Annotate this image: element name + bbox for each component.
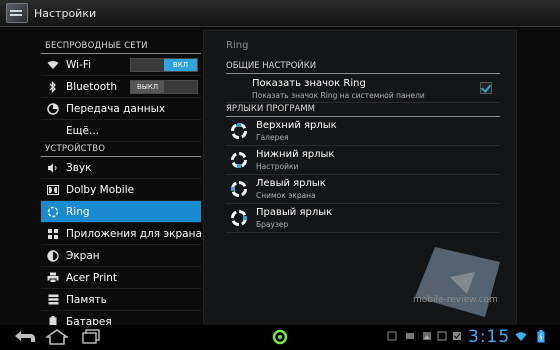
shortcut-summary: Галерея <box>256 133 289 142</box>
recent-apps-button[interactable] <box>78 328 104 346</box>
sound-icon <box>46 161 60 175</box>
shortcut-summary: Снимок экрана <box>256 191 316 200</box>
ring-bottom-icon <box>231 152 247 168</box>
dolby-icon <box>46 183 60 197</box>
sidebar-item-label: Dolby Mobile <box>66 183 135 196</box>
watermark-text: mobile-review.com <box>413 295 498 305</box>
display-icon <box>46 249 60 263</box>
ring-top-icon <box>231 123 247 139</box>
sidebar-item-bluetooth[interactable]: Bluetooth ВЫКЛ <box>41 76 201 98</box>
ring-icon <box>46 205 60 219</box>
sidebar-item-label: Приложения для экрана блокировки <box>66 227 201 240</box>
shortcut-left[interactable]: Левый ярлык Снимок экрана <box>226 175 500 204</box>
section-header-device: УСТРОЙСТВО <box>41 142 201 157</box>
battery-status-icon <box>537 330 545 343</box>
shortcut-title: Правый ярлык <box>256 207 333 218</box>
shortcut-title: Верхний ярлык <box>256 120 337 131</box>
screenshot-icon[interactable] <box>405 331 415 341</box>
back-button[interactable] <box>12 328 38 346</box>
setting-title: Показать значок Ring <box>252 78 366 89</box>
shortcut-title: Левый ярлык <box>256 178 326 189</box>
ring-launcher-button[interactable] <box>270 328 290 346</box>
wifi-toggle[interactable]: ВКЛ <box>130 58 198 72</box>
shortcut-summary: Настройки <box>256 162 299 171</box>
sidebar-item-label: Передача данных <box>66 102 166 115</box>
ring-left-icon <box>231 181 247 197</box>
sidebar-item-label: Wi-Fi <box>66 58 92 71</box>
sidebar-item-data-usage[interactable]: Передача данных <box>41 98 201 120</box>
home-button[interactable] <box>44 328 70 346</box>
sidebar-item-label: Экран <box>66 249 100 262</box>
shortcut-title: Нижний ярлык <box>256 149 335 160</box>
settings-app-icon[interactable] <box>6 3 28 23</box>
section-header-general: ОБЩИЕ НАСТРОЙКИ <box>226 60 500 74</box>
show-ring-icon-setting[interactable]: Показать значок Ring Показать значок Rin… <box>226 74 500 103</box>
printer-icon <box>46 271 60 285</box>
notification-icon[interactable] <box>387 331 397 341</box>
sidebar-item-lockscreen-apps[interactable]: Приложения для экрана блокировки <box>41 223 201 245</box>
shortcut-top[interactable]: Верхний ярлык Галерея <box>226 117 500 146</box>
bluetooth-toggle-label: ВЫКЛ <box>131 81 164 93</box>
shortcut-summary: Браузер <box>256 220 289 229</box>
checkbox-notification-icon[interactable] <box>452 331 462 341</box>
bluetooth-icon <box>46 80 60 94</box>
wifi-toggle-label: ВКЛ <box>164 59 197 71</box>
sidebar-item-more[interactable]: Ещё... <box>41 120 201 142</box>
sidebar-item-label: Память <box>66 293 107 306</box>
sidebar-item-label: Bluetooth <box>66 80 117 93</box>
system-bar: 3:15 <box>0 325 560 350</box>
sidebar-item-acer-print[interactable]: Acer Print <box>41 267 201 289</box>
clock[interactable]: 3:15 <box>468 327 510 347</box>
setting-summary: Показать значок Ring на системной панели <box>252 91 425 100</box>
storage-icon <box>46 293 60 307</box>
sidebar-item-ring[interactable]: Ring <box>41 201 201 223</box>
sidebar-item-dolby[interactable]: Dolby Mobile <box>41 179 201 201</box>
sidebar-item-sound[interactable]: Звук <box>41 157 201 179</box>
wifi-status-icon <box>515 332 527 341</box>
section-header-wireless: БЕСПРОВОДНЫЕ СЕТИ <box>41 39 201 54</box>
lockscreen-apps-icon <box>46 227 60 241</box>
bluetooth-toggle[interactable]: ВЫКЛ <box>130 80 198 94</box>
app-title: Настройки <box>34 6 97 20</box>
shortcut-right[interactable]: Правый ярлык Браузер <box>226 204 500 233</box>
settings-content: БЕСПРОВОДНЫЕ СЕТИ Wi-Fi ВКЛ Bluetooth ВЫ… <box>0 27 560 333</box>
sidebar-item-wifi[interactable]: Wi-Fi ВКЛ <box>41 54 201 76</box>
sidebar-item-storage[interactable]: Память <box>41 289 201 311</box>
sidebar-item-label: Acer Print <box>66 271 118 284</box>
image-notification-icon[interactable] <box>437 331 447 341</box>
sidebar-item-display[interactable]: Экран <box>41 245 201 267</box>
wifi-icon <box>46 58 60 72</box>
gallery-notification-icon[interactable] <box>422 331 432 341</box>
action-bar: Настройки <box>0 0 560 27</box>
section-header-shortcuts: ЯРЛЫКИ ПРОГРАММ <box>226 103 500 117</box>
sidebar-item-label: Ring <box>66 205 90 218</box>
data-usage-icon <box>46 102 60 116</box>
shortcut-bottom[interactable]: Нижний ярлык Настройки <box>226 146 500 175</box>
sidebar-item-label: Звук <box>66 161 92 174</box>
watermark-logo <box>415 247 500 317</box>
sidebar-item-label: Ещё... <box>66 124 99 137</box>
ring-right-icon <box>231 210 247 226</box>
show-ring-checkbox[interactable] <box>480 82 492 94</box>
settings-sidebar: БЕСПРОВОДНЫЕ СЕТИ Wi-Fi ВКЛ Bluetooth ВЫ… <box>41 39 201 333</box>
pane-title: Ring <box>226 40 249 51</box>
